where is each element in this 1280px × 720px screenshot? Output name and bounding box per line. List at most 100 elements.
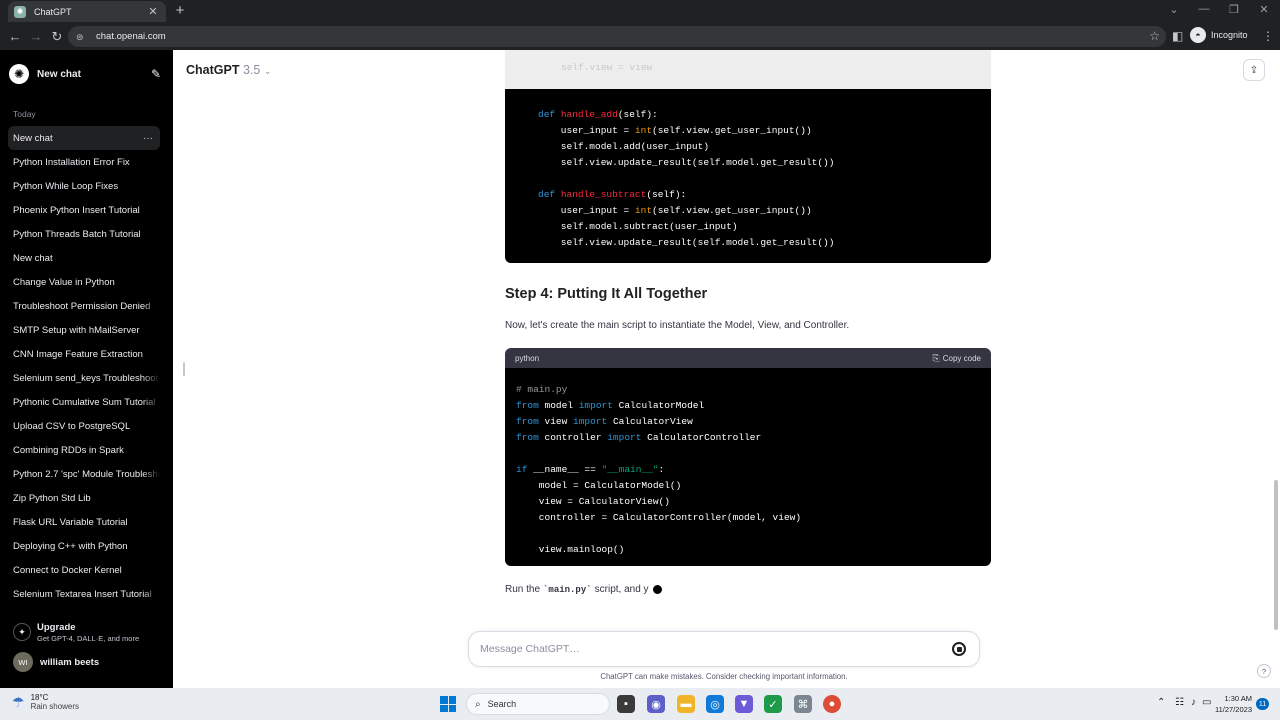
file-explorer-icon[interactable]: ▬: [677, 695, 695, 713]
wifi-icon[interactable]: ☷: [1175, 697, 1184, 708]
new-tab-icon[interactable]: +: [172, 3, 188, 19]
network-app-icon[interactable]: ⌘: [794, 695, 812, 713]
sidebar-chat-item[interactable]: Flask URL Variable Tutorial: [8, 510, 160, 534]
user-menu[interactable]: WI william beets: [13, 652, 99, 672]
sidebar-chat-label: Selenium send_keys Troubleshoot: [13, 372, 159, 384]
message-input[interactable]: [480, 643, 920, 655]
sidebar-chat-item[interactable]: New chat ···: [8, 126, 160, 150]
side-panel-icon[interactable]: ◧: [1172, 29, 1183, 43]
code-content: def handle_add(self): user_input = int(s…: [538, 109, 835, 248]
upgrade-button[interactable]: ✦ Upgrade Get GPT-4, DALL·E, and more: [13, 622, 163, 643]
incognito-badge[interactable]: ◓ Incognito: [1190, 27, 1248, 43]
run-suffix: script, and y: [594, 584, 649, 595]
tab-strip: ✺ ChatGPT ✕ + ⌄ — ❐ ✕: [0, 0, 1280, 22]
sidebar-chat-label: Python Installation Error Fix: [13, 156, 130, 168]
bookmark-star-icon[interactable]: ☆: [1149, 29, 1160, 43]
copy-code-label: Copy code: [942, 353, 981, 363]
sidebar-chat-item[interactable]: Combining RDDs in Spark: [8, 438, 160, 462]
sidebar-chat-item[interactable]: Deploying C++ with Python: [8, 534, 160, 558]
compose-icon[interactable]: ✎: [151, 67, 161, 81]
sidebar-chat-item[interactable]: Upload CSV to PostgreSQL: [8, 414, 160, 438]
model-selector[interactable]: ChatGPT 3.5 ⌄: [186, 63, 271, 77]
teams-icon[interactable]: ◉: [647, 695, 665, 713]
code-block-controller[interactable]: def handle_add(self): user_input = int(s…: [505, 89, 991, 263]
share-button[interactable]: ⇪: [1243, 59, 1265, 81]
sidebar-chat-item[interactable]: Troubleshoot Permission Denied: [8, 294, 160, 318]
back-icon[interactable]: ←: [7, 29, 23, 45]
sidebar-chat-item[interactable]: Python Threads Batch Tutorial: [8, 222, 160, 246]
share-icon: ⇪: [1249, 64, 1259, 76]
sidebar-chat-item[interactable]: Selenium send_keys Troubleshoot: [8, 366, 160, 390]
stop-generating-button[interactable]: [952, 642, 966, 656]
sidebar-chat-label: Pythonic Cumulative Sum Tutorial: [13, 396, 156, 408]
sidebar-chat-label: New chat: [13, 252, 53, 264]
code-language: python: [515, 353, 540, 363]
more-options-icon[interactable]: ···: [143, 133, 153, 144]
clock-date: 11/27/2023: [1215, 705, 1252, 714]
clipboard-icon: ⎘: [932, 352, 940, 363]
sidebar-chat-item[interactable]: Python Installation Error Fix: [8, 150, 160, 174]
sidebar-chat-item[interactable]: Python 2.7 'spc' Module Troubleshoot: [8, 462, 160, 486]
browser-chrome: ✺ ChatGPT ✕ + ⌄ — ❐ ✕ ← → ↻ ⊜ chat.opena…: [0, 0, 1280, 50]
address-bar[interactable]: ⊜ chat.openai.com ☆: [68, 26, 1166, 47]
taskbar-search[interactable]: ⌕ Search: [466, 693, 610, 715]
spreadsheet-app-icon[interactable]: ✓: [764, 695, 782, 713]
scrollbar[interactable]: [1274, 480, 1278, 630]
vpn-app-icon[interactable]: ▼: [735, 695, 753, 713]
sparkle-icon: ✦: [13, 623, 31, 641]
sidebar-chat-item[interactable]: Python While Loop Fixes: [8, 174, 160, 198]
clock-time: 1:30 AM: [1224, 694, 1252, 703]
streaming-text: Run the `main.py` script, and y: [505, 584, 662, 595]
system-clock[interactable]: 1:30 AM 11/27/2023: [1210, 693, 1252, 715]
reload-icon[interactable]: ↻: [49, 29, 65, 45]
site-info-icon[interactable]: ⊜: [76, 32, 86, 42]
code-block-header: python ⎘ Copy code: [505, 348, 991, 368]
sidebar-chat-item[interactable]: Zip Python Std Lib: [8, 486, 160, 510]
openai-logo-icon: ✺: [9, 64, 29, 84]
message-composer: [468, 631, 980, 667]
code-block-main[interactable]: # main.py from model import CalculatorMo…: [505, 368, 991, 566]
sidebar-chat-item[interactable]: Connect to Docker Kernel: [8, 558, 160, 582]
sidebar-chat-label: Python While Loop Fixes: [13, 180, 119, 192]
sidebar: ✺ New chat ✎ Today New chat ··· Python Ins…: [0, 50, 173, 688]
new-chat-button[interactable]: ✺ New chat ✎: [9, 63, 161, 85]
sidebar-chat-item[interactable]: New chat: [8, 246, 160, 270]
sidebar-chat-item[interactable]: Change Value in Python: [8, 270, 160, 294]
weather-widget[interactable]: ☂ 18°C Rain showers: [12, 693, 79, 711]
avatar: WI: [13, 652, 33, 672]
sidebar-chat-item[interactable]: Selenium Textarea Insert Tutorial: [8, 582, 160, 606]
sidebar-chat-item[interactable]: CNN Image Feature Extraction: [8, 342, 160, 366]
sidebar-collapse-handle[interactable]: [183, 362, 185, 376]
sidebar-chat-item[interactable]: Phoenix Python Insert Tutorial: [8, 198, 160, 222]
sidebar-chat-label: CNN Image Feature Extraction: [13, 348, 143, 360]
tab-search-icon[interactable]: ⌄: [1164, 3, 1184, 16]
sidebar-chat-label: Flask URL Variable Tutorial: [13, 516, 128, 528]
browser-tab[interactable]: ✺ ChatGPT ✕: [8, 1, 166, 22]
copy-code-button[interactable]: ⎘ Copy code: [933, 353, 981, 364]
sidebar-chat-label: Connect to Docker Kernel: [13, 564, 122, 576]
sidebar-chat-item[interactable]: SMTP Setup with hMailServer: [8, 318, 160, 342]
chrome-icon[interactable]: ●: [823, 695, 841, 713]
close-tab-icon[interactable]: ✕: [146, 5, 160, 18]
inline-code: `main.py`: [543, 584, 592, 595]
sidebar-chat-item[interactable]: Pythonic Cumulative Sum Tutorial: [8, 390, 160, 414]
help-button[interactable]: ?: [1257, 664, 1271, 678]
streaming-cursor-icon: [652, 585, 662, 594]
taskbar-search-label: Search: [487, 699, 517, 709]
browser-menu-icon[interactable]: ⋮: [1262, 29, 1274, 43]
tray-overflow-icon[interactable]: ⌃: [1157, 697, 1165, 708]
sidebar-chat-label: Phoenix Python Insert Tutorial: [13, 204, 140, 216]
incognito-icon: ◓: [1190, 27, 1206, 43]
notification-badge[interactable]: 11: [1256, 698, 1269, 710]
upgrade-subtitle: Get GPT-4, DALL·E, and more: [37, 634, 140, 643]
close-window-icon[interactable]: ✕: [1254, 3, 1274, 16]
windows-start-icon[interactable]: [440, 696, 456, 712]
edge-icon[interactable]: ◎: [706, 695, 724, 713]
sidebar-chat-label: Change Value in Python: [13, 276, 115, 288]
browser-toolbar: ← → ↻ ⊜ chat.openai.com ☆ ◧ ◓ Incognito …: [0, 24, 1280, 50]
task-view-icon[interactable]: ▪: [617, 695, 635, 713]
minimize-icon[interactable]: —: [1194, 3, 1214, 15]
volume-icon[interactable]: ♪: [1191, 697, 1196, 708]
forward-icon[interactable]: →: [28, 29, 44, 45]
restore-icon[interactable]: ❐: [1224, 3, 1244, 16]
